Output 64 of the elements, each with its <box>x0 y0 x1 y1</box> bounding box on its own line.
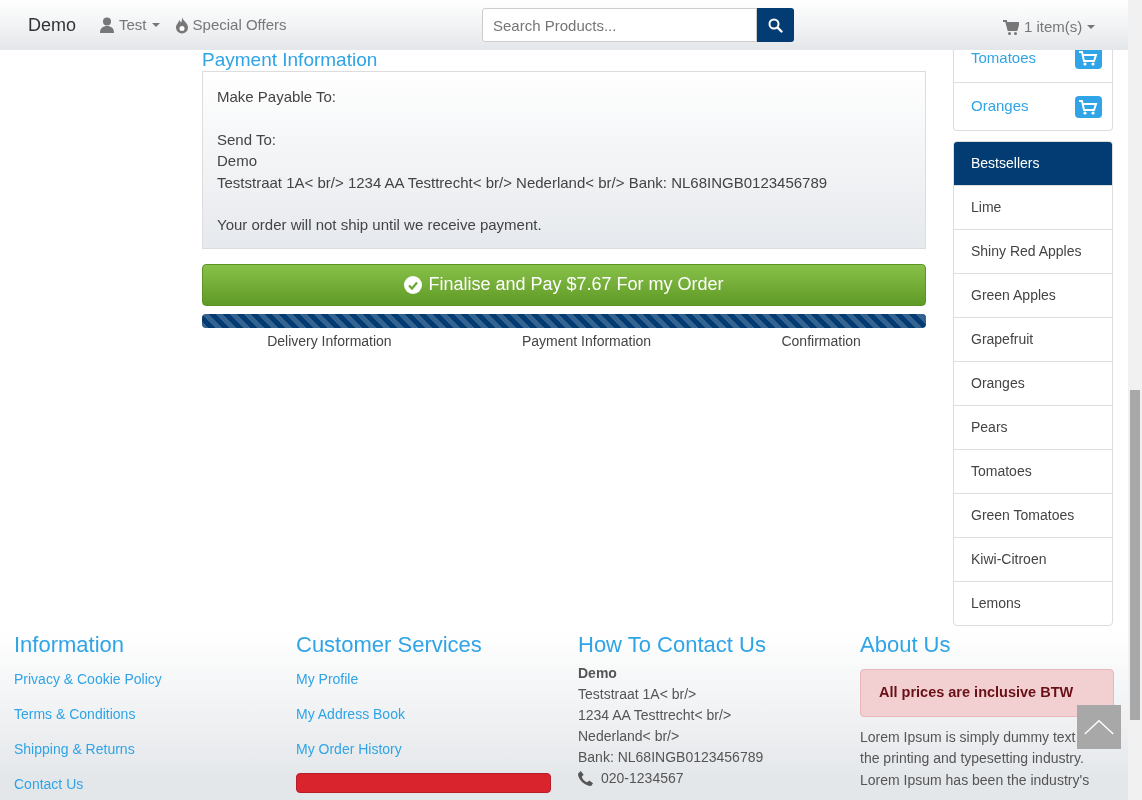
scrollbar-thumb[interactable] <box>1130 390 1140 720</box>
section-heading: Payment Information <box>202 50 379 70</box>
product-link[interactable]: Tomatoes <box>971 46 1037 70</box>
footer-link[interactable]: Terms & Conditions <box>14 704 268 724</box>
address-line: Bank: NL68INGB0123456789 <box>578 748 765 767</box>
list-item[interactable]: Lemons <box>954 581 1112 625</box>
back-to-top-button[interactable] <box>1077 705 1121 749</box>
footer-link[interactable]: My Address Book <box>296 704 550 724</box>
address-line: 1234 AA Testtrecht< br/> <box>578 706 733 725</box>
add-to-cart-icon[interactable] <box>1075 95 1102 118</box>
footer-link[interactable]: My Profile <box>296 669 550 689</box>
notice-alert: All prices are inclusive BTW <box>860 669 1114 717</box>
footer-link[interactable]: Contact Us <box>14 774 268 794</box>
payment-text: Teststraat 1A< br/> 1234 AA Testtrecht< br/> Nederland< br/> Bank: NL68INGB0123456789 <box>217 172 829 193</box>
brand-link[interactable]: Demo <box>28 11 76 39</box>
footer-link[interactable]: Privacy & Cookie Policy <box>14 669 268 689</box>
offers-link[interactable]: Special Offers <box>175 13 287 37</box>
list-item[interactable]: Grapefruit <box>954 317 1112 361</box>
pay-button[interactable]: Finalise and Pay $7.67 For my Order <box>202 263 926 306</box>
cart-icon <box>1003 19 1019 35</box>
phone-icon <box>578 771 593 786</box>
search-button[interactable] <box>757 8 794 42</box>
list-item[interactable]: Kiwi-Citroen <box>954 537 1112 581</box>
footer-heading: Information <box>14 631 126 659</box>
payment-text: Make Payable To: <box>217 87 337 107</box>
list-header: Bestsellers <box>954 142 1112 185</box>
search-icon <box>768 17 783 33</box>
payment-text: Your order will not ship until we receive payment. <box>217 215 543 235</box>
step-label: Confirmation <box>781 331 861 351</box>
list-item[interactable]: Green Tomatoes <box>954 493 1112 537</box>
footer-link[interactable]: Shipping & Returns <box>14 739 268 759</box>
about-text: Lorem Ipsum is simply dummy text <box>860 727 1076 747</box>
address-line: Nederland< br/> <box>578 727 681 746</box>
user-icon <box>100 17 114 33</box>
list-item[interactable]: Pears <box>954 405 1112 449</box>
flame-icon <box>175 16 188 34</box>
footer-link[interactable]: My Order History <box>296 739 550 759</box>
search-field[interactable]: Search Products... <box>482 8 757 42</box>
footer-heading: Customer Services <box>296 631 483 659</box>
address-line: Teststraat 1A< br/> <box>578 685 698 704</box>
product-link[interactable]: Oranges <box>971 95 1029 118</box>
check-icon <box>404 275 423 294</box>
user-menu[interactable]: Test <box>100 13 160 37</box>
scrollbar[interactable] <box>1128 0 1142 800</box>
payment-text: Demo <box>217 151 258 171</box>
about-text: the printing and typesetting industry. <box>860 749 1084 769</box>
about-text: Lorem Ipsum has been the industry's <box>860 770 1090 790</box>
footer-heading: About Us <box>860 631 952 659</box>
footer-heading: How To Contact Us <box>578 631 767 659</box>
phone-number: 020-1234567 <box>601 769 684 788</box>
caret-icon <box>151 23 160 27</box>
cart-menu[interactable]: 1 item(s) <box>1003 16 1096 39</box>
list-item[interactable]: Tomatoes <box>954 449 1112 493</box>
action-button[interactable] <box>296 773 551 793</box>
caret-icon <box>1087 25 1096 30</box>
list-item[interactable]: Lime <box>954 185 1112 229</box>
payment-text: Send To: <box>217 129 277 150</box>
step-label: Delivery Information <box>267 331 392 351</box>
list-item[interactable]: Green Apples <box>954 273 1112 317</box>
step-label: Payment Information <box>521 331 652 351</box>
list-item[interactable]: Oranges <box>954 361 1112 405</box>
contact-name: Demo <box>578 664 618 683</box>
list-item[interactable]: Shiny Red Apples <box>954 229 1112 273</box>
chevron-up-icon <box>1083 717 1115 737</box>
